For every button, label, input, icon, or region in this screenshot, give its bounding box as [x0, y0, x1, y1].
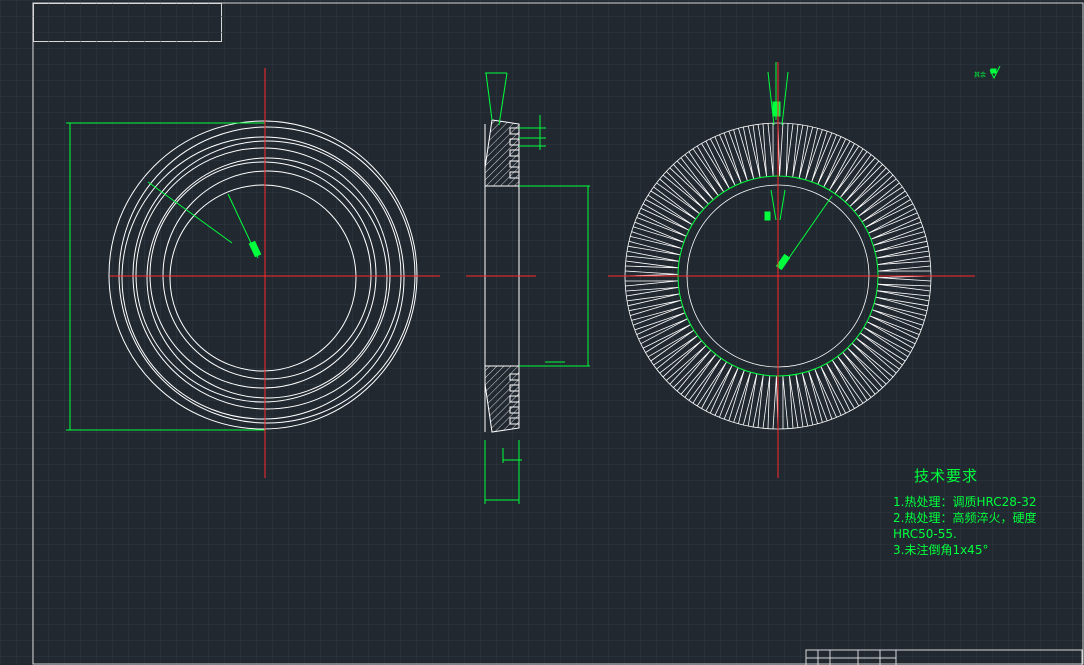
tech-req-line-4: 3.未注倒角1x45°	[893, 543, 989, 557]
tech-req-line-3: HRC50-55.	[893, 527, 957, 541]
technical-requirements: 技术要求 1.热处理：调质HRC28-32 2.热处理：高频淬火，硬度 HRC5…	[893, 465, 1036, 558]
cad-drawing-canvas[interactable]: 其余	[0, 0, 1084, 665]
tech-req-line-1: 1.热处理：调质HRC28-32	[893, 495, 1037, 509]
grid-background	[0, 0, 1084, 665]
tech-req-line-2: 2.热处理：高频淬火，硬度	[893, 511, 1037, 525]
roughness-note: 其余	[974, 71, 986, 79]
tech-req-title: 技术要求	[914, 467, 979, 485]
